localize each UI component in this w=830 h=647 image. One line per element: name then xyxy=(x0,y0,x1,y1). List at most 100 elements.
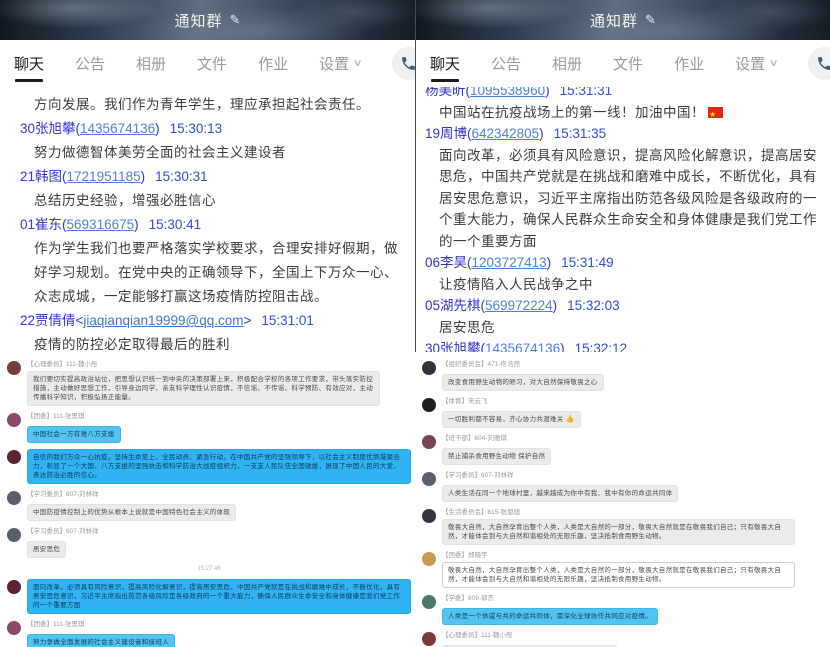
voice-call-button[interactable] xyxy=(808,47,830,80)
mini-chat-message: 【生活委员会】615-张恩旭敬畏大自然，大自然孕育出整个人类，人类是大自然的一部… xyxy=(422,508,826,545)
sender-email-link[interactable]: jiaqianqian19999@qq.com xyxy=(83,313,243,328)
mini-sender-name: 【团委】郑晓宇 xyxy=(442,551,826,560)
bracket: ) xyxy=(547,255,552,270)
avatar xyxy=(422,595,436,609)
voice-call-button[interactable] xyxy=(392,47,415,80)
group-window-right: 通知群 ✎ 聊天公告相册文件作业设置∨ 杨美昕(1095538960)15:31… xyxy=(415,0,830,647)
mini-message-bubble: 居安思危 xyxy=(27,541,66,558)
mini-sender-name: 【学委】609-郭杰 xyxy=(442,594,826,603)
sender-name: 30张旭攀 xyxy=(425,341,481,352)
avatar xyxy=(7,621,21,635)
tab-files[interactable]: 文件 xyxy=(197,40,227,87)
message-sender-row: 06李昊(1203727413)15:31:49 xyxy=(425,252,824,274)
tab-settings[interactable]: 设置∨ xyxy=(319,40,361,87)
thumbs-up-emoji: 👍 xyxy=(564,416,575,423)
tabs: 聊天公告相册文件作业设置∨ xyxy=(14,40,392,87)
tab-files[interactable]: 文件 xyxy=(613,40,643,87)
avatar xyxy=(7,528,21,542)
edit-title-icon[interactable]: ✎ xyxy=(645,12,656,28)
chat-record-area[interactable]: 方向发展。我们作为青年学生，理应承担起社会责任。30张旭攀(1435674136… xyxy=(0,87,415,352)
mini-message-body: 【团委】郑晓宇敬畏大自然，大自然孕育出整个人类，人类是大自然的一部分，敬畏大自然… xyxy=(442,551,826,588)
sender-uin-link[interactable]: 1721951185 xyxy=(67,169,141,184)
chevron-down-icon: ∨ xyxy=(769,58,779,69)
mini-message-bubble: 改变食用野生动物的陋习，对大自然保持敬畏之心 xyxy=(442,374,604,391)
tab-settings[interactable]: 设置∨ xyxy=(735,40,777,87)
mini-chat-message: 【组织委员会】471-佟浩然改变食用野生动物的陋习，对大自然保持敬畏之心 xyxy=(422,360,826,391)
tab-homework[interactable]: 作业 xyxy=(258,40,288,87)
mini-message-body: 【团委】111-张思琪努力争做全面发展的社会主义建设者和接班人 xyxy=(27,620,411,647)
window-top-section: 通知群 ✎ 聊天公告相册文件作业设置∨ 方向发展。我们作为青年学生，理应承担起社… xyxy=(0,0,415,352)
mini-chat-message: 【学习委员】607-刘林祥中国防疫情控制上的优势从根本上说就是中国特色社会主义的… xyxy=(7,490,411,521)
message-sender-row: 30张旭攀(1435674136)15:30:13 xyxy=(20,117,409,141)
sender-uin-link[interactable]: 642342805 xyxy=(472,126,540,141)
mini-message-body: 【生活委员会】615-张恩旭敬畏大自然，大自然孕育出整个人类，人类是大自然的一部… xyxy=(442,508,826,545)
tab-announcement[interactable]: 公告 xyxy=(491,40,521,87)
sender-uin-link[interactable]: 1435674136 xyxy=(80,121,155,136)
mini-sender-name: 【团委】111-张思琪 xyxy=(27,620,411,629)
sender-name: 19周博 xyxy=(425,126,467,141)
mini-message-body: 【心理委员】111-魏小彤我们要切实提高政治站位，把思想认识统一到中央的决策部署… xyxy=(27,360,411,406)
mini-sender-name: 【学习委员】607-刘林祥 xyxy=(27,527,411,536)
sender-uin-link[interactable]: 569972224 xyxy=(485,298,553,313)
tab-homework[interactable]: 作业 xyxy=(674,40,704,87)
tab-bar: 聊天公告相册文件作业设置∨ xyxy=(0,40,415,87)
avatar xyxy=(422,361,436,375)
message-text: 总结历史经验，增强必胜信心 xyxy=(20,189,409,213)
message-text: 疫情的防控必定取得最后的胜利 xyxy=(20,333,409,352)
tab-album[interactable]: 相册 xyxy=(136,40,166,87)
message-sender-row: 21韩图(1721951185)15:30:31 xyxy=(20,165,409,189)
mini-message-bubble: 中国防疫情控制上的优势从根本上说就是中国特色社会主义的体现 xyxy=(27,504,236,521)
message-text: 让疫情陷入人民战争之中 xyxy=(425,274,824,296)
sender-uin-link[interactable]: 1435674136 xyxy=(485,341,560,352)
edit-title-icon[interactable]: ✎ xyxy=(230,12,241,28)
avatar xyxy=(7,450,21,464)
embedded-chat-screenshot: 【心理委员】111-魏小彤我们要切实提高政治站位，把思想认识统一到中央的决策部署… xyxy=(0,352,415,647)
message-text: 中国站在抗疫战场上的第一线！加油中国！★ xyxy=(425,102,824,124)
group-title: 通知群 xyxy=(175,10,223,31)
china-flag-icon: ★ xyxy=(708,107,723,118)
mini-chat-message: 【团委】111-张思琪中国社会一方有难八方支援 xyxy=(7,412,411,443)
mini-message-bubble: 面向改革，必须具有风险意识，提高风险化解意识，提高居安思危，中国共产党就是在挑战… xyxy=(27,579,411,614)
mini-message-body: 自信的我们万众一心抗疫，坚持生命至上、全民动员、紧急行动，在中国共产党的坚强领导… xyxy=(27,449,411,484)
mini-message-body: 【体育】宋云飞一切胜利都不容易，齐心协力共渡难关 👍 xyxy=(442,397,826,428)
message-sender-row: 05湖先棋(569972224)15:32:03 xyxy=(425,295,824,317)
group-title: 通知群 xyxy=(590,10,638,31)
mini-chat-message: 面向改革，必须具有风险意识，提高风险化解意识，提高居安思危，中国共产党就是在挑战… xyxy=(7,579,411,614)
mini-sender-name: 【班干部】604-刘雅琪 xyxy=(442,434,826,443)
mini-message-bubble: 敬畏大自然，大自然孕育出整个人类，人类是大自然的一部分，敬畏大自然就是在敬畏我们… xyxy=(442,562,795,588)
avatar xyxy=(7,491,21,505)
sender-uin-link[interactable]: 569316675 xyxy=(67,217,135,232)
avatar xyxy=(7,580,21,594)
mini-message-bubble: 人类是一个休戚与共的命运共同体，需深化全球协作共同应对疫情。 xyxy=(442,608,658,625)
mini-chat-message: 【心理委员】111-魏小彤我们要切实提高政治站位，把思想认识统一到中央的决策部署… xyxy=(7,360,411,406)
mini-chat-message: 【学委】609-郭杰人类是一个休戚与共的命运共同体，需深化全球协作共同应对疫情。 xyxy=(422,594,826,625)
tab-bar: 聊天公告相册文件作业设置∨ xyxy=(416,40,830,87)
mini-sender-name: 【体育】宋云飞 xyxy=(442,397,826,406)
mini-chat-message: 【学习委员】607-刘林祥居安思危 xyxy=(7,527,411,558)
sender-uin-link[interactable]: 1203727413 xyxy=(472,255,547,270)
tab-chat[interactable]: 聊天 xyxy=(14,40,44,87)
message-text: 居安思危 xyxy=(425,317,824,339)
mini-sender-name: 【生活委员会】615-张恩旭 xyxy=(442,508,826,517)
mini-message-body: 【班干部】604-刘雅琪禁止捕杀食用野生动物 保护自然 xyxy=(442,434,826,465)
tab-chat[interactable]: 聊天 xyxy=(430,40,460,87)
avatar xyxy=(7,413,21,427)
chat-record-area[interactable]: 杨美昕(1095538960)15:31:31中国站在抗疫战场上的第一线！加油中… xyxy=(416,87,830,352)
mini-message-bubble: 中国社会一方有难八方支援 xyxy=(27,426,121,443)
mini-chat-message: 【团委】111-张思琪努力争做全面发展的社会主义建设者和接班人 xyxy=(7,620,411,647)
bracket: ) xyxy=(134,217,139,232)
message-timestamp: 15:32:12 xyxy=(575,341,628,352)
mini-message-bubble: 努力争做全面发展的社会主义建设者和接班人 xyxy=(27,634,175,647)
tab-announcement[interactable]: 公告 xyxy=(75,40,105,87)
mini-message-bubble: 我们要切实提高政治站位，把思想认识统一到中央的决策部署上来，积极配合学校的各项工… xyxy=(27,371,380,406)
bracket: ) xyxy=(141,169,146,184)
mini-chat-timestamp: 15:27:46 xyxy=(7,564,411,574)
tab-album[interactable]: 相册 xyxy=(552,40,582,87)
embedded-chat-screenshot: 【组织委员会】471-佟浩然改变食用野生动物的陋习，对大自然保持敬畏之心【体育】… xyxy=(415,352,830,647)
message-timestamp: 15:31:49 xyxy=(561,255,614,270)
mini-message-body: 【团委】111-张思琪中国社会一方有难八方支援 xyxy=(27,412,411,443)
sender-uin-link[interactable]: 1095538960 xyxy=(470,87,545,98)
mini-sender-name: 【心理委员】111-魏小彤 xyxy=(27,360,411,369)
message-text: 方向发展。我们作为青年学生，理应承担起社会责任。 xyxy=(20,93,409,117)
mini-message-body: 面向改革，必须具有风险意识，提高风险化解意识，提高居安思危，中国共产党就是在挑战… xyxy=(27,579,411,614)
